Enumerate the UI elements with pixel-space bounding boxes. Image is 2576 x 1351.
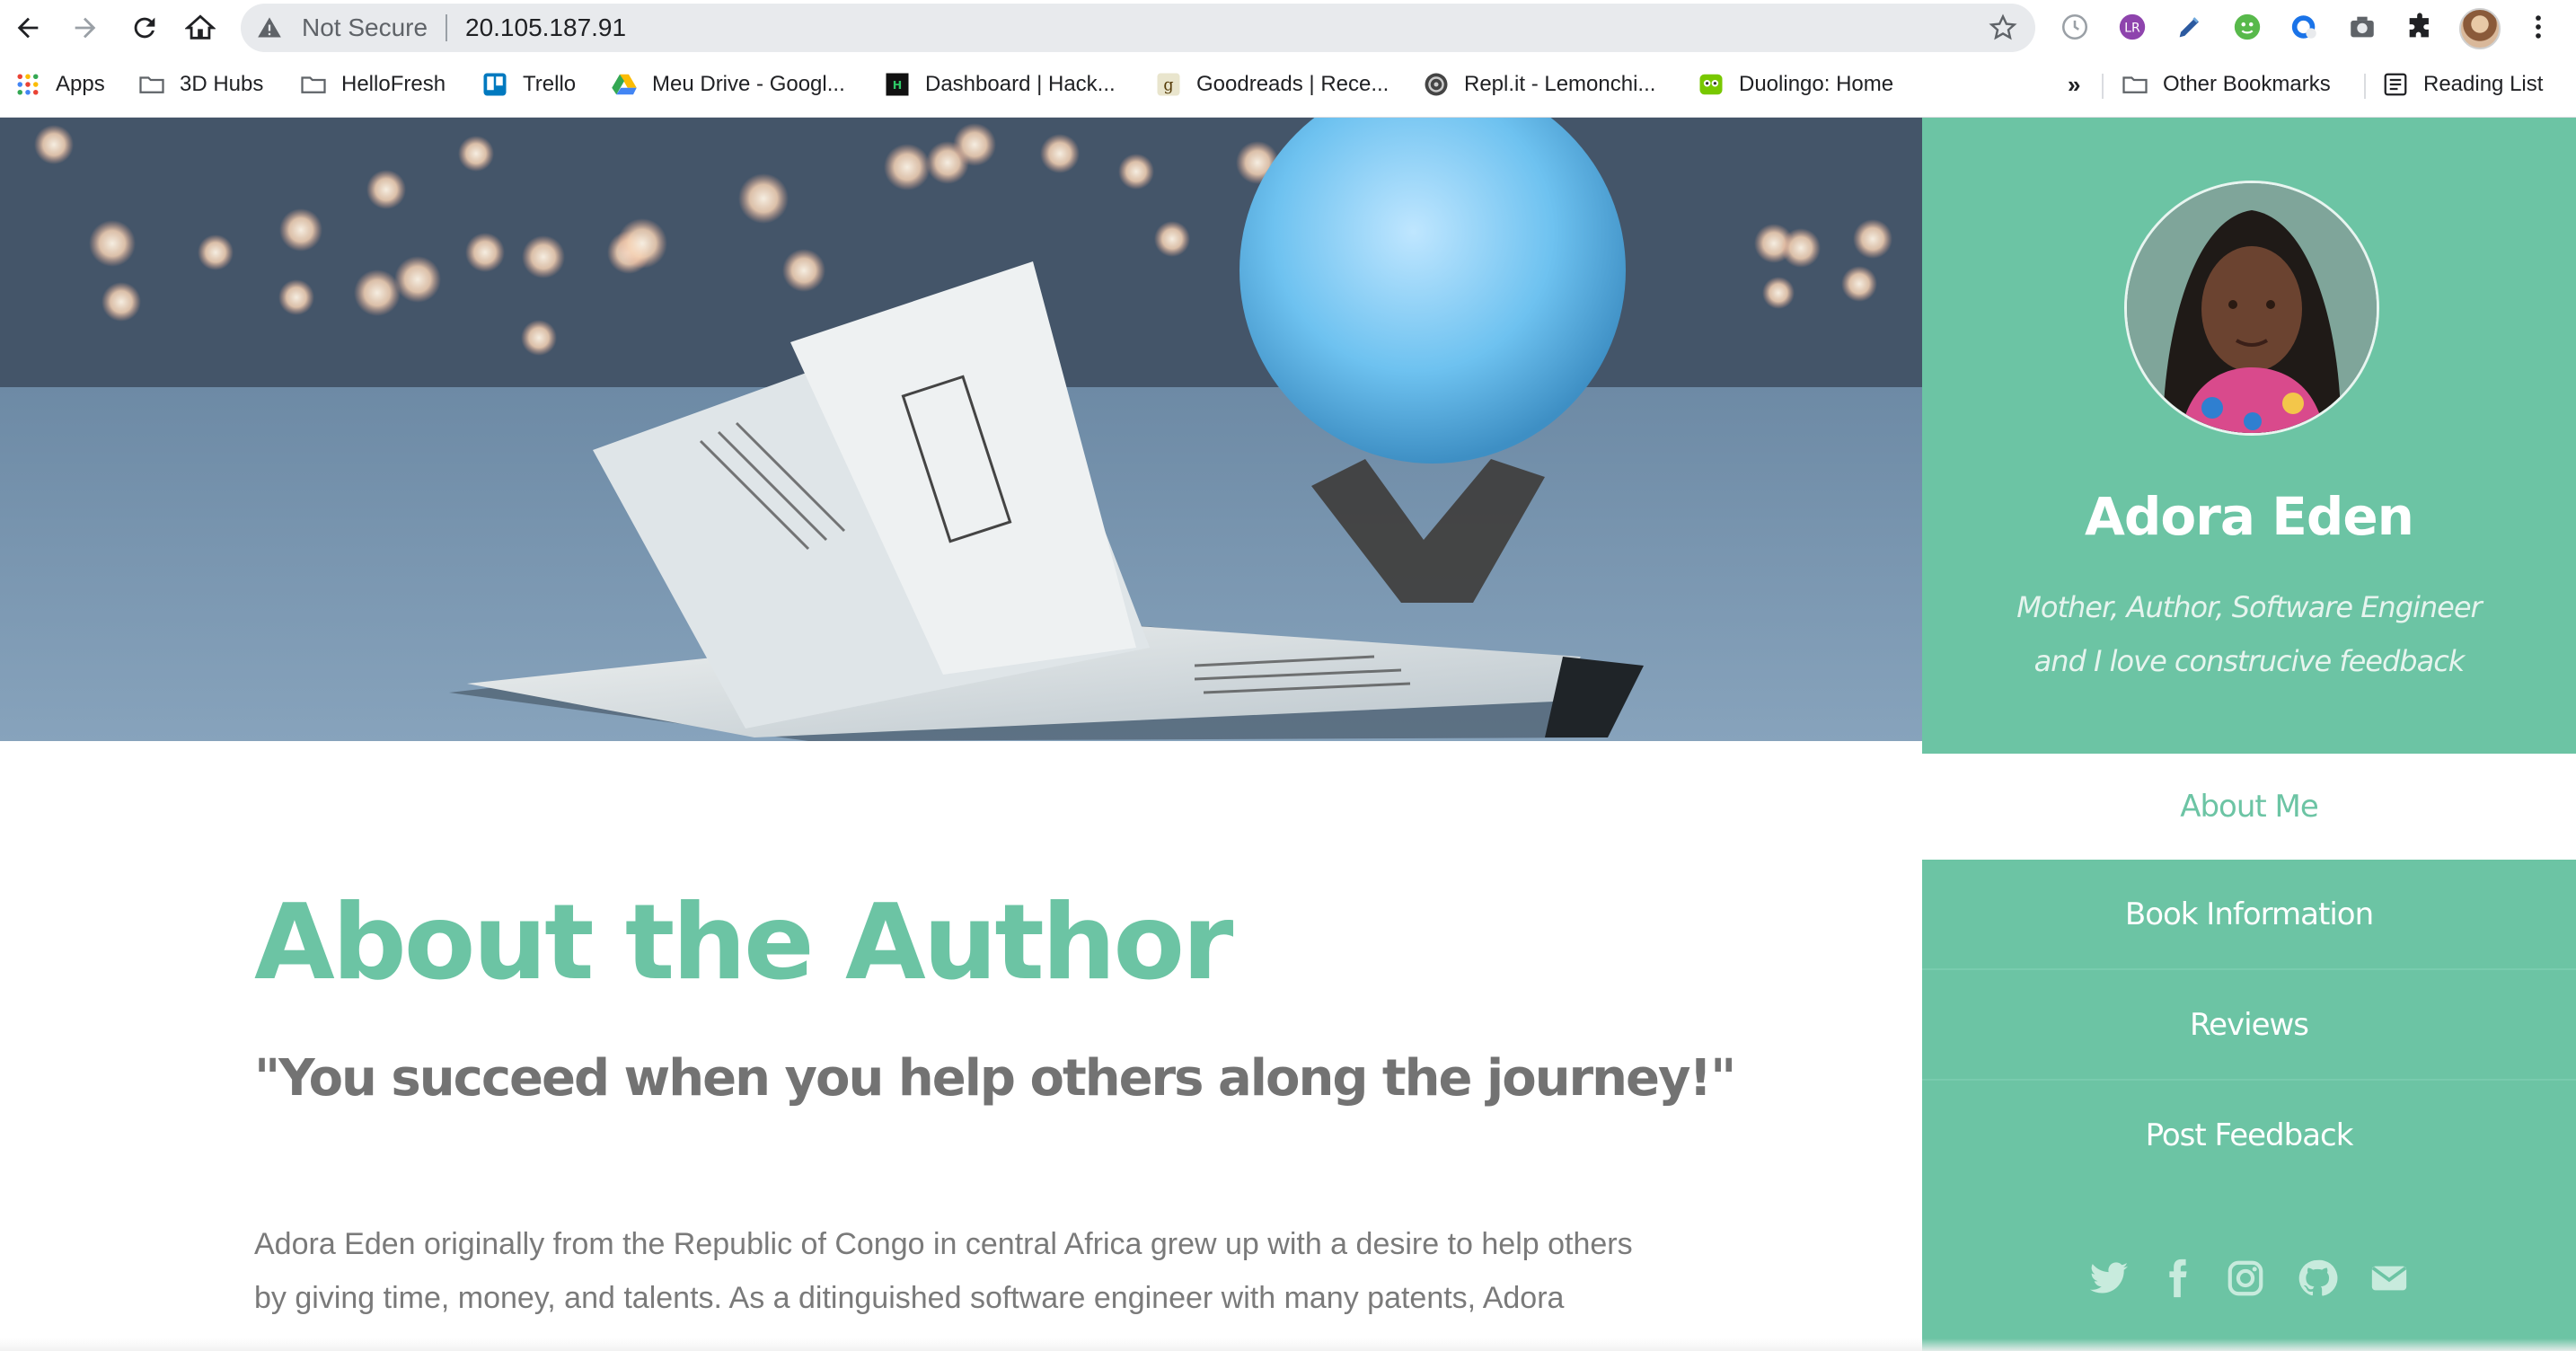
github-icon[interactable] xyxy=(2294,1255,2341,1302)
folder-icon xyxy=(300,71,327,98)
google-drive-icon xyxy=(611,71,638,98)
nav-post-feedback[interactable]: Post Feedback xyxy=(1922,1081,2576,1189)
extension-timer-icon[interactable] xyxy=(2057,9,2093,45)
bookmark-google-drive[interactable]: Meu Drive - Googl... xyxy=(611,66,845,102)
extensions-puzzle-icon[interactable] xyxy=(2402,9,2438,45)
tagline-line: and I love construcive feedback xyxy=(2033,644,2466,678)
bookmark-label: Other Bookmarks xyxy=(2163,72,2331,96)
bookmark-label: Dashboard | Hack... xyxy=(925,72,1116,96)
main-content: About the Author "You succeed when you h… xyxy=(0,741,1922,1351)
menu-kebab-icon[interactable] xyxy=(2520,9,2556,45)
instagram-icon[interactable] xyxy=(2222,1255,2269,1302)
tagline-line: Mother, Author, Software Engineer xyxy=(2016,590,2482,624)
profile-avatar[interactable] xyxy=(2459,8,2501,49)
bookmark-label: HelloFresh xyxy=(341,72,446,96)
bookmark-label: Repl.it - Lemonchi... xyxy=(1464,72,1656,96)
bookmark-apps[interactable]: Apps xyxy=(14,66,105,102)
reading-list-button[interactable]: Reading List xyxy=(2382,66,2543,102)
bookmark-hellofresh[interactable]: HelloFresh xyxy=(300,66,446,102)
back-button[interactable] xyxy=(7,7,49,49)
bottom-fade xyxy=(0,1338,2576,1351)
nav-about-me[interactable]: About Me xyxy=(1922,754,2576,860)
page-title: About the Author xyxy=(254,882,1233,1003)
author-tagline: Mother, Author, Software Engineer and I … xyxy=(1958,580,2540,688)
warning-icon xyxy=(258,17,281,38)
bookmark-goodreads[interactable]: g Goodreads | Rece... xyxy=(1155,66,1389,102)
bookmark-star-icon[interactable] xyxy=(1989,13,2017,42)
facebook-icon[interactable] xyxy=(2154,1255,2201,1302)
extension-camera-icon[interactable] xyxy=(2344,9,2380,45)
bookmark-label: Duolingo: Home xyxy=(1739,72,1894,96)
sidebar: Adora Eden Mother, Author, Software Engi… xyxy=(1922,118,2576,1351)
bookmark-label: Reading List xyxy=(2423,72,2544,96)
email-icon[interactable] xyxy=(2366,1255,2413,1302)
forward-arrow-icon xyxy=(75,17,96,39)
address-bar[interactable]: Not Secure 20.105.187.91 xyxy=(241,4,2035,52)
bookmark-replit[interactable]: Repl.it - Lemonchi... xyxy=(1423,66,1655,102)
nav-book-information[interactable]: Book Information xyxy=(1922,860,2576,970)
reload-icon xyxy=(134,17,155,39)
bookmark-label: Apps xyxy=(56,72,105,96)
folder-icon xyxy=(138,71,165,98)
author-portrait-image xyxy=(2127,183,2377,433)
forward-button[interactable] xyxy=(65,7,106,49)
author-name: Adora Eden xyxy=(2085,486,2414,547)
bookmark-label: Meu Drive - Googl... xyxy=(652,72,845,96)
avatar xyxy=(2124,181,2379,436)
hero-image xyxy=(0,118,1922,741)
sidebar-nav: Book Information Reviews Post Feedback xyxy=(1922,860,2576,1351)
author-bio: Adora Eden originally from the Republic … xyxy=(254,1227,1633,1315)
bookmark-hackerrank[interactable]: H Dashboard | Hack... xyxy=(884,66,1116,102)
browser-chrome: Not Secure 20.105.187.91 LR Apps 3D Hubs… xyxy=(0,0,2576,118)
reload-button[interactable] xyxy=(124,7,165,49)
home-icon xyxy=(185,14,216,40)
bookmark-label: Trello xyxy=(523,72,577,96)
bookmarks-overflow-button[interactable]: » xyxy=(2068,66,2080,102)
author-quote: "You succeed when you help others along … xyxy=(254,1049,1736,1108)
omnibox-divider xyxy=(446,14,447,41)
goodreads-icon: g xyxy=(1155,71,1182,98)
bookmark-duolingo[interactable]: Duolingo: Home xyxy=(1698,66,1893,102)
bookmarks-divider xyxy=(2102,74,2104,99)
bookmark-3d-hubs[interactable]: 3D Hubs xyxy=(138,66,263,102)
duolingo-icon xyxy=(1698,71,1725,98)
twitter-icon[interactable] xyxy=(2086,1255,2132,1302)
apps-grid-icon xyxy=(14,71,41,98)
trello-icon xyxy=(481,71,508,98)
extension-globe-icon[interactable] xyxy=(2287,9,2323,45)
bookmarks-divider xyxy=(2364,74,2366,99)
nav-reviews[interactable]: Reviews xyxy=(1922,970,2576,1081)
extension-lr-icon[interactable]: LR xyxy=(2114,9,2150,45)
hackerrank-icon: H xyxy=(884,71,911,98)
back-arrow-icon xyxy=(17,17,39,39)
home-button[interactable] xyxy=(180,7,221,49)
bookmarks-bar: Apps 3D Hubs HelloFresh Trello Meu Drive… xyxy=(0,63,2576,106)
bookmark-other-bookmarks[interactable]: Other Bookmarks xyxy=(2122,66,2331,102)
svg-text:g: g xyxy=(1163,76,1173,94)
bookmark-label: Goodreads | Rece... xyxy=(1196,72,1389,96)
url-text[interactable]: 20.105.187.91 xyxy=(465,11,626,45)
svg-text:H: H xyxy=(893,78,902,92)
extension-pen-icon[interactable] xyxy=(2172,9,2208,45)
profile-card: Adora Eden Mother, Author, Software Engi… xyxy=(1922,118,2576,754)
bookmark-label: 3D Hubs xyxy=(180,72,264,96)
book-and-moon-lamp-image xyxy=(0,118,1922,741)
browser-toolbar: Not Secure 20.105.187.91 LR xyxy=(0,0,2576,56)
bookmark-trello[interactable]: Trello xyxy=(481,66,576,102)
svg-text:LR: LR xyxy=(2124,22,2140,36)
extension-grammarly-icon[interactable] xyxy=(2229,9,2265,45)
replit-icon xyxy=(1423,71,1450,98)
folder-icon xyxy=(2122,71,2148,98)
security-label[interactable]: Not Secure xyxy=(302,11,428,45)
reading-list-icon xyxy=(2382,71,2409,98)
